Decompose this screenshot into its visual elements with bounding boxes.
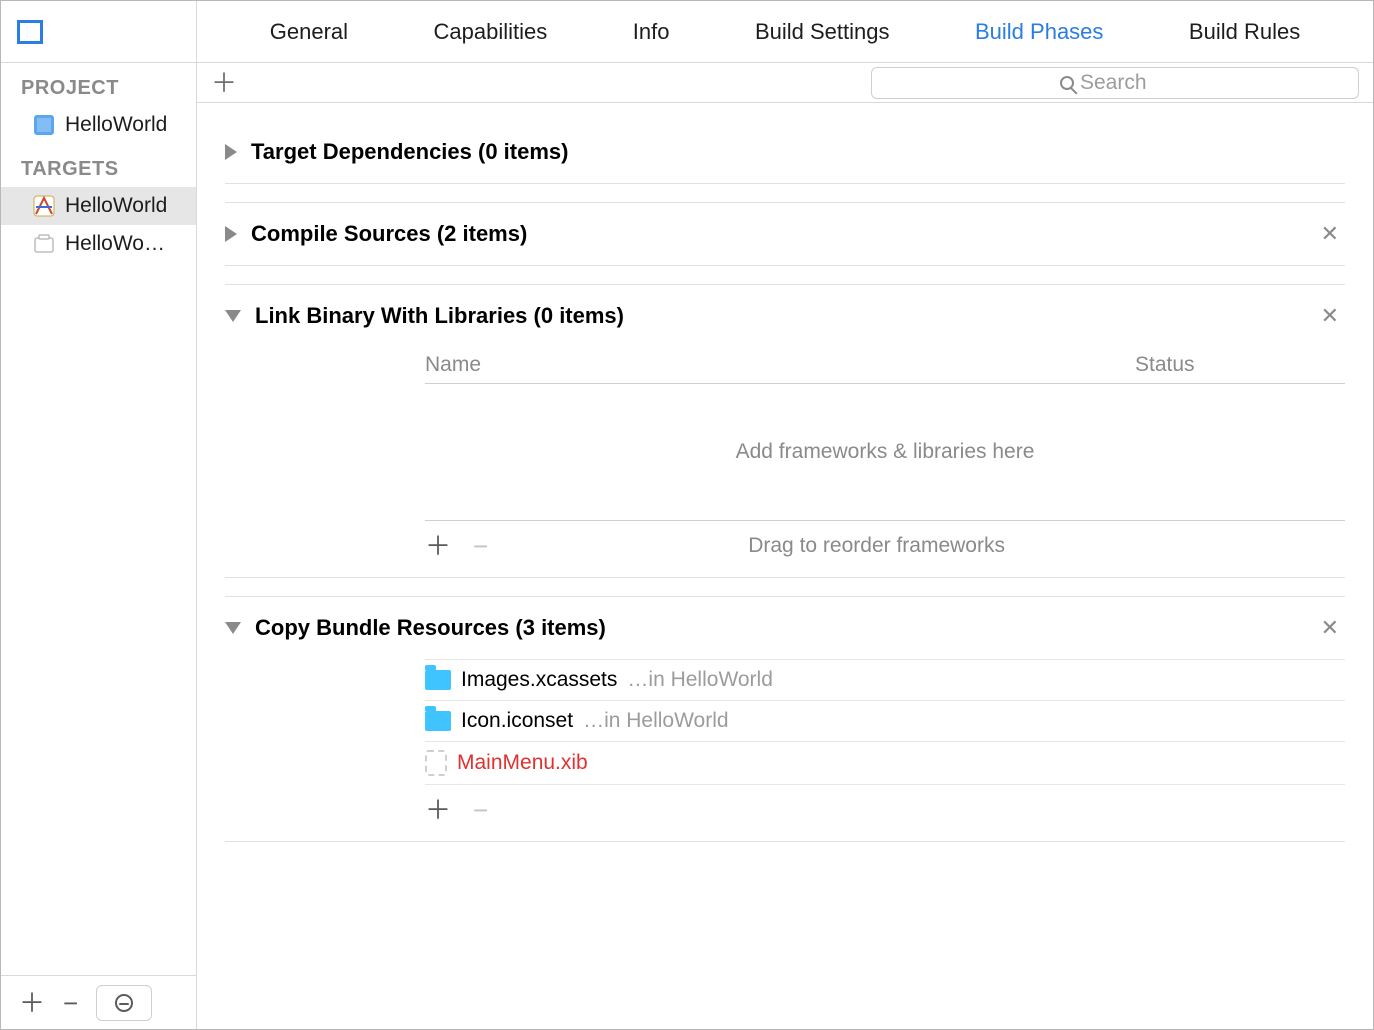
copy-footer: ＋ − bbox=[425, 785, 1345, 835]
phase-target-dependencies: Target Dependencies (0 items) bbox=[225, 121, 1345, 184]
disclosure-icon bbox=[225, 622, 241, 634]
tabbar: General Capabilities Info Build Settings… bbox=[197, 1, 1373, 63]
remove-target-button[interactable]: − bbox=[63, 990, 78, 1016]
project-name-label: HelloWorld bbox=[65, 113, 167, 137]
resource-row[interactable]: MainMenu.xib bbox=[425, 742, 1345, 785]
search-field[interactable] bbox=[871, 67, 1359, 99]
missing-file-icon bbox=[425, 750, 447, 776]
phase-title: Target Dependencies (0 items) bbox=[251, 139, 1345, 165]
phase-compile-sources: Compile Sources (2 items) ✕ bbox=[225, 202, 1345, 266]
target-item[interactable]: HelloWorld bbox=[1, 187, 196, 225]
resource-name: Images.xcassets bbox=[461, 668, 617, 692]
link-footer: ＋ − Drag to reorder frameworks bbox=[425, 520, 1345, 571]
add-resource-button[interactable]: ＋ bbox=[425, 797, 451, 823]
project-icon bbox=[31, 112, 57, 138]
phases-toolbar: ＋ bbox=[197, 63, 1373, 103]
add-target-button[interactable]: ＋ bbox=[19, 990, 45, 1016]
resource-row[interactable]: Icon.iconset …in HelloWorld bbox=[425, 701, 1345, 742]
phase-title: Compile Sources (2 items) bbox=[251, 221, 1307, 247]
tab-general[interactable]: General bbox=[270, 19, 348, 45]
sidebar: PROJECT HelloWorld TARGETS HelloWorld He… bbox=[1, 1, 197, 1029]
folder-icon bbox=[425, 711, 451, 731]
phase-header[interactable]: Link Binary With Libraries (0 items) ✕ bbox=[225, 285, 1345, 347]
reorder-hint: Drag to reorder frameworks bbox=[510, 534, 1243, 558]
remove-phase-button[interactable]: ✕ bbox=[1321, 221, 1345, 247]
column-name: Name bbox=[425, 353, 1135, 377]
resource-name: MainMenu.xib bbox=[457, 751, 588, 775]
sidebar-panel-toggle[interactable] bbox=[1, 1, 196, 63]
disclosure-icon bbox=[225, 310, 241, 322]
search-icon bbox=[1060, 76, 1074, 90]
remove-framework-button[interactable]: − bbox=[473, 533, 488, 559]
target-name-label: HelloWo… bbox=[65, 232, 165, 256]
phase-header[interactable]: Target Dependencies (0 items) bbox=[225, 121, 1345, 183]
tab-info[interactable]: Info bbox=[633, 19, 670, 45]
remove-resource-button[interactable]: − bbox=[473, 797, 488, 823]
target-item[interactable]: HelloWo… bbox=[1, 225, 196, 263]
filter-button[interactable] bbox=[96, 985, 152, 1021]
targets-section-header: TARGETS bbox=[1, 144, 196, 187]
tab-capabilities[interactable]: Capabilities bbox=[434, 19, 548, 45]
app-icon bbox=[31, 193, 57, 219]
remove-phase-button[interactable]: ✕ bbox=[1321, 615, 1345, 641]
column-status: Status bbox=[1135, 353, 1345, 377]
phase-header[interactable]: Copy Bundle Resources (3 items) ✕ bbox=[225, 597, 1345, 659]
disclosure-icon bbox=[225, 226, 237, 242]
panel-icon bbox=[17, 20, 43, 44]
disclosure-icon bbox=[225, 144, 237, 160]
link-empty-hint: Add frameworks & libraries here bbox=[425, 384, 1345, 520]
phase-title: Copy Bundle Resources (3 items) bbox=[255, 615, 1307, 641]
bundle-icon bbox=[31, 231, 57, 257]
remove-phase-button[interactable]: ✕ bbox=[1321, 303, 1345, 329]
resource-name: Icon.iconset bbox=[461, 709, 573, 733]
phase-list: Target Dependencies (0 items) Compile So… bbox=[197, 103, 1373, 1029]
tab-build-settings[interactable]: Build Settings bbox=[755, 19, 890, 45]
folder-icon bbox=[425, 670, 451, 690]
add-framework-button[interactable]: ＋ bbox=[425, 533, 451, 559]
project-item[interactable]: HelloWorld bbox=[1, 106, 196, 144]
project-section-header: PROJECT bbox=[1, 63, 196, 106]
phase-header[interactable]: Compile Sources (2 items) ✕ bbox=[225, 203, 1345, 265]
resource-path: …in HelloWorld bbox=[583, 709, 729, 733]
resource-row[interactable]: Images.xcassets …in HelloWorld bbox=[425, 659, 1345, 701]
sidebar-footer: ＋ − bbox=[1, 975, 196, 1029]
target-name-label: HelloWorld bbox=[65, 194, 167, 218]
add-phase-button[interactable]: ＋ bbox=[211, 70, 237, 96]
phase-link-binary: Link Binary With Libraries (0 items) ✕ N… bbox=[225, 284, 1345, 578]
tab-build-phases[interactable]: Build Phases bbox=[975, 19, 1103, 45]
resource-path: …in HelloWorld bbox=[627, 668, 773, 692]
link-columns-header: Name Status bbox=[425, 347, 1345, 384]
filter-icon bbox=[115, 994, 133, 1012]
phase-copy-bundle: Copy Bundle Resources (3 items) ✕ Images… bbox=[225, 596, 1345, 842]
main-panel: General Capabilities Info Build Settings… bbox=[197, 1, 1373, 1029]
tab-build-rules[interactable]: Build Rules bbox=[1189, 19, 1300, 45]
search-input[interactable] bbox=[1080, 71, 1170, 95]
phase-title: Link Binary With Libraries (0 items) bbox=[255, 303, 1307, 329]
